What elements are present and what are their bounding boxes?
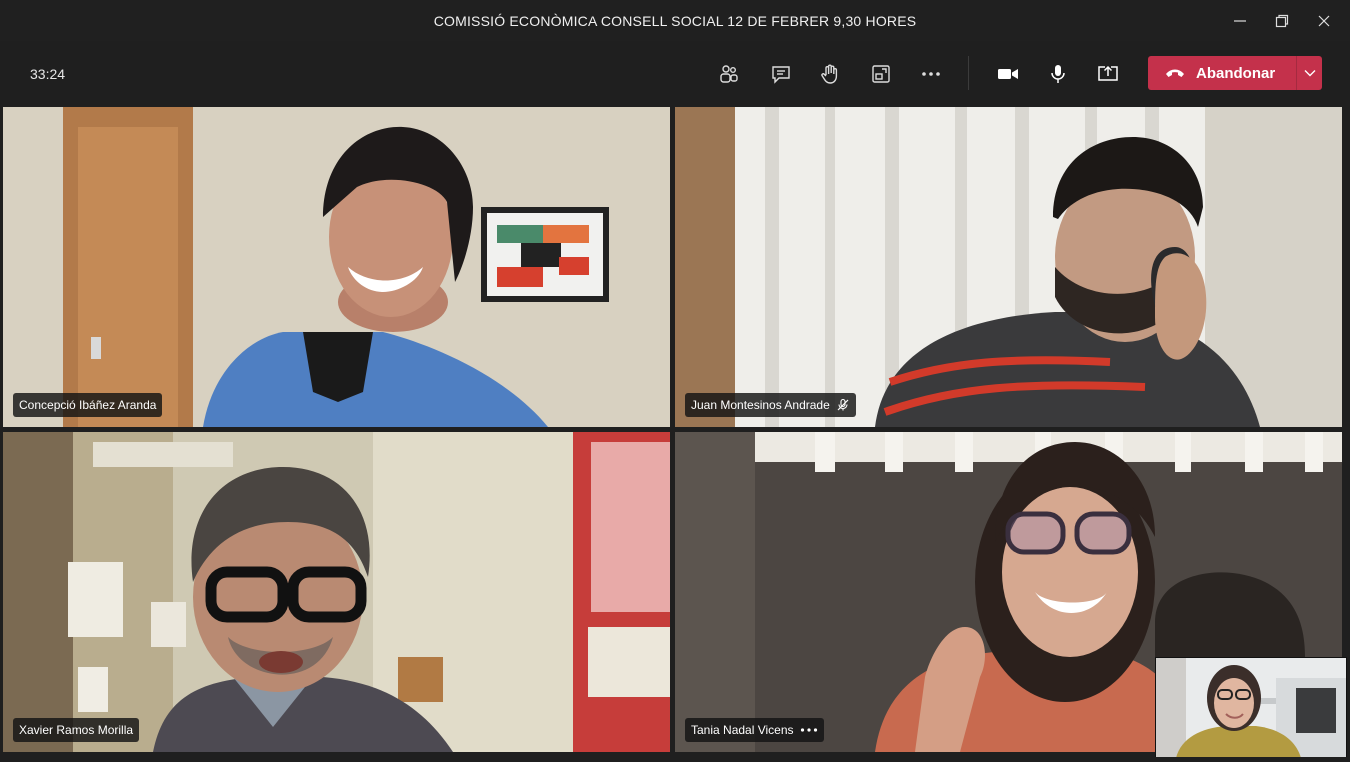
participant-video-2 (675, 107, 1342, 427)
video-grid: Concepció Ibáñez Aranda Juan Montesinos … (0, 105, 1350, 757)
window-title: COMISSIÓ ECONÒMICA CONSELL SOCIAL 12 DE … (433, 12, 917, 29)
chat-icon (772, 66, 790, 84)
self-view[interactable] (1155, 657, 1347, 759)
more-options-button[interactable] (915, 58, 947, 90)
title-bar: COMISSIÓ ECONÒMICA CONSELL SOCIAL 12 DE … (0, 0, 1350, 42)
raise-hand-icon (821, 64, 838, 84)
participant-tile-2[interactable]: Juan Montesinos Andrade (675, 107, 1342, 427)
participant-name-tag-1: Concepció Ibáñez Aranda (13, 393, 163, 417)
participant-name-tag-4: Tania Nadal Vicens (685, 718, 824, 742)
participants-button[interactable] (713, 58, 745, 90)
close-button[interactable] (1302, 0, 1346, 41)
microphone-icon (1051, 65, 1065, 83)
leave-button[interactable]: Abandonar (1148, 56, 1322, 90)
camera-icon (998, 69, 1018, 79)
more-options-icon (800, 728, 817, 732)
participant-name-tag-2: Juan Montesinos Andrade (685, 393, 856, 417)
restore-button[interactable] (1260, 0, 1304, 41)
participant-name-tag-3: Xavier Ramos Morilla (13, 718, 140, 742)
restore-icon (1275, 14, 1289, 27)
toolbar-divider (968, 56, 969, 90)
hang-up-icon (1166, 69, 1184, 77)
muted-indicator (836, 398, 850, 412)
participants-icon (720, 65, 738, 83)
minimize-button[interactable] (1218, 0, 1262, 41)
close-icon (1318, 15, 1330, 26)
rooms-icon (872, 65, 890, 83)
participant-tile-1[interactable]: Concepció Ibáñez Aranda (3, 107, 670, 427)
participant-name-4: Tania Nadal Vicens (691, 723, 794, 737)
rooms-button[interactable] (865, 58, 897, 90)
minimize-icon (1234, 19, 1246, 22)
participant-video-1 (3, 107, 670, 427)
participant-tile-3[interactable]: Xavier Ramos Morilla (3, 432, 670, 752)
participant-more-options[interactable] (800, 727, 818, 733)
meeting-timer: 33:24 (30, 66, 66, 82)
participant-name-2: Juan Montesinos Andrade (691, 398, 830, 412)
camera-button[interactable] (992, 58, 1024, 90)
participant-name-1: Concepció Ibáñez Aranda (19, 398, 157, 412)
leave-main[interactable]: Abandonar (1148, 56, 1296, 90)
leave-label: Abandonar (1196, 64, 1276, 82)
microphone-button[interactable] (1042, 58, 1074, 90)
microphone-off-icon (837, 398, 849, 411)
raise-hand-button[interactable] (814, 58, 846, 90)
chat-button[interactable] (765, 58, 797, 90)
participant-video-3 (3, 432, 670, 752)
share-screen-icon (1098, 65, 1118, 81)
meeting-toolbar: 33:24 Abandonar (0, 41, 1350, 105)
participant-name-3: Xavier Ramos Morilla (19, 723, 134, 737)
leave-dropdown[interactable] (1297, 56, 1322, 90)
self-view-video (1156, 658, 1346, 758)
more-options-icon (922, 72, 940, 76)
bottom-border (0, 757, 1350, 762)
share-screen-button[interactable] (1092, 58, 1124, 90)
chevron-down-icon (1304, 70, 1315, 77)
